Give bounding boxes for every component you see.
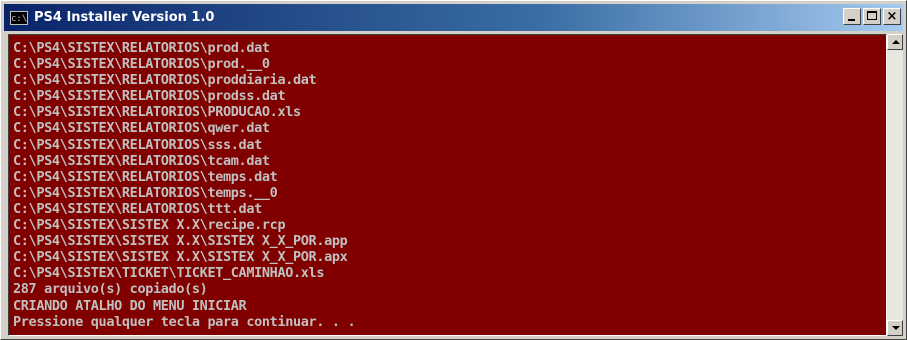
console-line: C:\PS4\SISTEX\RELATORIOS\proddiaria.dat: [13, 72, 317, 89]
console-line: C:\PS4\SISTEX\RELATORIOS\temps.dat: [13, 168, 278, 185]
arrow-down-icon: [892, 326, 900, 330]
console-output[interactable]: C:\PS4\SISTEX\RELATORIOS\prod.dat C:\PS4…: [8, 34, 887, 336]
minimize-icon: [848, 19, 855, 21]
close-button[interactable]: ×: [883, 8, 901, 25]
console-line: C:\PS4\SISTEX\SISTEX X.X\SISTEX X_X_POR.…: [13, 249, 348, 266]
console-line: C:\PS4\SISTEX\RELATORIOS\prod.__0: [13, 56, 270, 73]
maximize-button[interactable]: [863, 8, 881, 25]
arrow-up-icon: [892, 40, 900, 44]
console-window: c:\ PS4 Installer Version 1.0 × C:\PS4\S…: [0, 0, 907, 340]
console-icon[interactable]: c:\: [10, 10, 28, 25]
scroll-up-button[interactable]: [887, 34, 903, 50]
console-line: C:\PS4\SISTEX\RELATORIOS\qwer.dat: [13, 120, 270, 137]
console-line: C:\PS4\SISTEX\RELATORIOS\temps.__0: [13, 184, 278, 201]
window-title: PS4 Installer Version 1.0: [34, 10, 215, 25]
console-prompt-line: Pressione qualquer tecla para continuar.…: [13, 313, 356, 330]
console-line: C:\PS4\SISTEX\RELATORIOS\tcam.dat: [13, 152, 270, 169]
console-line: C:\PS4\SISTEX\RELATORIOS\sss.dat: [13, 136, 262, 153]
console-line: C:\PS4\SISTEX\RELATORIOS\ttt.dat: [13, 200, 262, 217]
console-line: C:\PS4\SISTEX\TICKET\TICKET_CAMINHAO.xls: [13, 265, 325, 282]
console-line: C:\PS4\SISTEX\RELATORIOS\PRODUCAO.xls: [13, 104, 301, 121]
console-line: C:\PS4\SISTEX\RELATORIOS\prod.dat: [13, 40, 270, 56]
scroll-down-button[interactable]: [887, 320, 903, 336]
console-line: C:\PS4\SISTEX\SISTEX X.X\SISTEX X_X_POR.…: [13, 233, 348, 250]
window-controls: ×: [841, 8, 901, 25]
minimize-button[interactable]: [843, 8, 861, 25]
vertical-scrollbar[interactable]: [887, 34, 903, 336]
title-bar[interactable]: c:\ PS4 Installer Version 1.0 ×: [4, 4, 903, 31]
console-line: C:\PS4\SISTEX\RELATORIOS\prodss.dat: [13, 88, 286, 105]
console-line: C:\PS4\SISTEX\SISTEX X.X\recipe.rcp: [13, 217, 286, 234]
console-line: 287 arquivo(s) copiado(s): [13, 281, 208, 298]
maximize-icon: [867, 11, 877, 20]
close-icon: ×: [886, 9, 898, 24]
console-line: CRIANDO ATALHO DO MENU INICIAR: [13, 297, 247, 314]
